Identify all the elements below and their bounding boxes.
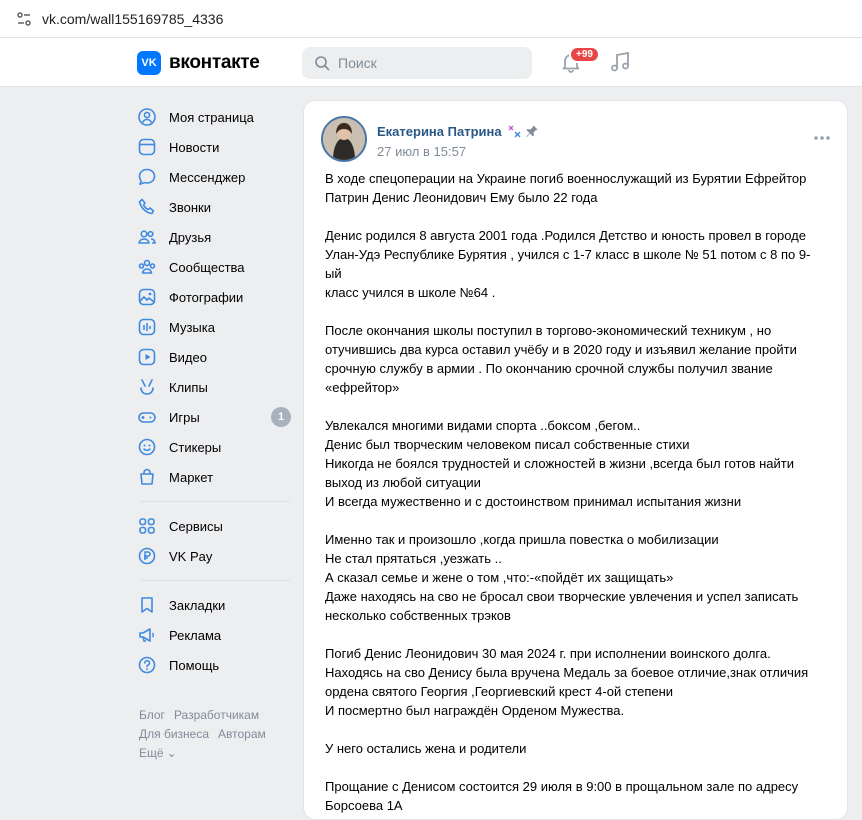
menu-label: Музыка — [169, 319, 215, 335]
clips-icon — [137, 377, 157, 397]
megaphone-icon — [137, 625, 157, 645]
menu-item-ads[interactable]: Реклама — [137, 620, 297, 650]
wall-post: Екатерина Патрина 27 июл в 15:57 В ходе … — [303, 100, 848, 820]
communities-icon — [137, 257, 157, 277]
help-icon — [137, 655, 157, 675]
menu-item-music[interactable]: Музыка — [137, 312, 297, 342]
phone-icon — [137, 197, 157, 217]
footer-link-blog[interactable]: Блог — [139, 708, 165, 722]
menu-label: Игры — [169, 409, 200, 425]
browser-address-bar[interactable]: vk.com/wall155169785_4336 — [0, 0, 862, 38]
menu-item-friends[interactable]: Друзья — [137, 222, 297, 252]
menu-divider — [140, 580, 290, 581]
search-icon — [315, 56, 330, 71]
menu-label: Фотографии — [169, 289, 244, 305]
menu-label: Мессенджер — [169, 169, 246, 185]
menu-item-vkpay[interactable]: VK Pay — [137, 541, 297, 571]
services-icon — [137, 516, 157, 536]
message-icon — [137, 167, 157, 187]
search-input[interactable]: Поиск — [302, 47, 532, 79]
video-icon — [137, 347, 157, 367]
author-name-link[interactable]: Екатерина Патрина — [377, 124, 502, 139]
menu-item-services[interactable]: Сервисы — [137, 511, 297, 541]
friends-icon — [137, 227, 157, 247]
left-menu: Моя страница Новости Мессенджер Звонки Д… — [137, 102, 297, 680]
more-options-icon[interactable] — [812, 131, 832, 145]
notifications-badge: +99 — [569, 46, 600, 63]
news-icon — [137, 137, 157, 157]
footer-link-business[interactable]: Для бизнеса — [139, 727, 209, 741]
market-icon — [137, 467, 157, 487]
games-count-badge: 1 — [271, 407, 291, 427]
pin-icon — [526, 125, 538, 137]
menu-item-photos[interactable]: Фотографии — [137, 282, 297, 312]
games-icon — [137, 407, 157, 427]
menu-label: Новости — [169, 139, 220, 155]
bookmark-icon — [137, 595, 157, 615]
menu-label: Клипы — [169, 379, 208, 395]
vk-logo-icon: VK — [137, 51, 161, 75]
menu-item-bookmarks[interactable]: Закладки — [137, 590, 297, 620]
menu-label: Закладки — [169, 597, 226, 613]
site-info-icon[interactable] — [14, 9, 34, 29]
menu-item-messenger[interactable]: Мессенджер — [137, 162, 297, 192]
menu-item-communities[interactable]: Сообщества — [137, 252, 297, 282]
vk-logo-text: вконтакте — [169, 52, 260, 73]
avatar[interactable] — [321, 116, 367, 162]
photos-icon — [137, 287, 157, 307]
post-text: В ходе спецоперации на Украине погиб вое… — [325, 171, 811, 813]
menu-label: Моя страница — [169, 109, 254, 125]
menu-label: Помощь — [169, 657, 220, 673]
menu-divider — [140, 501, 290, 502]
chevron-down-icon: ⌄ — [166, 746, 177, 760]
menu-item-stickers[interactable]: Стикеры — [137, 432, 297, 462]
footer-more-button[interactable]: Ещё ⌄ — [139, 744, 299, 763]
footer-link-authors[interactable]: Авторам — [218, 727, 266, 741]
stickers-icon — [137, 437, 157, 457]
menu-item-games[interactable]: Игры 1 — [137, 402, 297, 432]
menu-item-video[interactable]: Видео — [137, 342, 297, 372]
menu-label: Реклама — [169, 627, 222, 643]
menu-label: Сообщества — [169, 259, 245, 275]
menu-label: Видео — [169, 349, 207, 365]
url-text[interactable]: vk.com/wall155169785_4336 — [42, 11, 223, 27]
search-placeholder: Поиск — [338, 55, 377, 71]
menu-item-calls[interactable]: Звонки — [137, 192, 297, 222]
vk-logo[interactable]: VK вконтакте — [137, 51, 260, 75]
music-player-icon[interactable] — [608, 50, 632, 74]
menu-label: VK Pay — [169, 548, 213, 564]
post-author: Екатерина Патрина — [377, 123, 539, 139]
menu-item-news[interactable]: Новости — [137, 132, 297, 162]
user-circle-icon — [137, 107, 157, 127]
sparkle-status-icon — [508, 125, 521, 138]
vk-header: VK вконтакте Поиск +99 — [0, 38, 862, 87]
post-date[interactable]: 27 июл в 15:57 — [377, 144, 466, 159]
menu-item-market[interactable]: Маркет — [137, 462, 297, 492]
music-icon — [137, 317, 157, 337]
menu-footer-links: Блог Разработчикам Для бизнеса Авторам Ещё… — [139, 706, 299, 763]
menu-item-my-page[interactable]: Моя страница — [137, 102, 297, 132]
vkpay-icon — [137, 546, 157, 566]
menu-item-clips[interactable]: Клипы — [137, 372, 297, 402]
menu-label: Стикеры — [169, 439, 222, 455]
menu-label: Сервисы — [169, 518, 223, 534]
menu-label: Звонки — [169, 199, 211, 215]
menu-label: Маркет — [169, 469, 214, 485]
menu-item-help[interactable]: Помощь — [137, 650, 297, 680]
footer-link-developers[interactable]: Разработчикам — [174, 708, 259, 722]
footer-link-more: Ещё — [139, 746, 164, 760]
menu-label: Друзья — [169, 229, 212, 245]
